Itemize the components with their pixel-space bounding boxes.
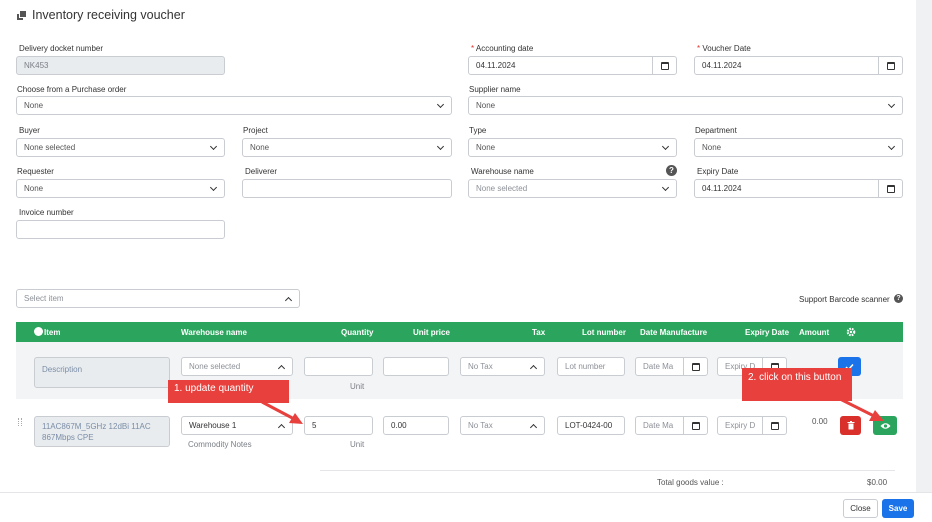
save-button[interactable]: Save <box>882 499 914 518</box>
close-button[interactable]: Close <box>843 499 878 518</box>
voucher-panel: Inventory receiving voucher Delivery doc… <box>0 0 916 492</box>
scrollbar[interactable] <box>916 0 932 492</box>
modal-footer: Close Save <box>0 492 932 522</box>
annotation-arrows <box>261 397 884 424</box>
